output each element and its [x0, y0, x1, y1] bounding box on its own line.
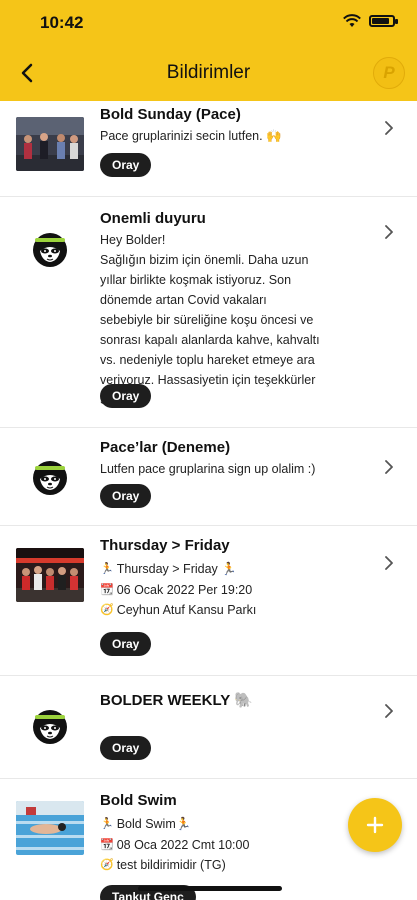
page-title: Bildirimler — [166, 62, 251, 83]
notification-thumbnail — [16, 801, 84, 855]
notification-item[interactable]: Pace’lar (Deneme) Lutfen pace gruplarina… — [0, 428, 417, 526]
sender-tag: Oray — [100, 736, 152, 760]
app-header: 10:42 Bildirimler P — [0, 0, 417, 101]
sloth-logo-icon — [33, 710, 67, 744]
body-line: sebebiyle bir süreliğine koşu öncesi ve — [100, 313, 314, 327]
brand-logo: P — [373, 57, 405, 89]
body-line: sonrası kapalı alanlarda kahve, kahvaltı — [100, 333, 320, 347]
notification-title: BOLDER WEEKLY 🐘 — [100, 692, 253, 709]
sender-tag: Oray — [100, 632, 152, 656]
sender-tag: Oray — [100, 384, 152, 408]
status-time: 10:42 — [40, 13, 84, 32]
notification-item[interactable]: Bold Sunday (Pace) Pace gruplarinizi sec… — [0, 101, 417, 197]
runners-photo — [16, 117, 84, 171]
chevron-right-icon — [385, 704, 393, 718]
status-icons — [343, 14, 398, 28]
event-date-line: 📆 06 Ocak 2022 Per 19:20 — [100, 580, 373, 601]
pool-photo — [16, 801, 84, 855]
body-line: Sağlığın bizim için önemli. Daha uzun — [100, 253, 309, 267]
calendar-icon: 📆 — [100, 583, 114, 596]
notification-title: Onemli duyuru — [100, 210, 206, 227]
battery-icon — [369, 15, 398, 27]
body-line: dönemde artan Covid vakaları — [100, 293, 267, 307]
sender-tag: Oray — [100, 153, 152, 177]
notification-body: Lutfen pace gruplarina sign up olalim :) — [100, 462, 316, 476]
compass-icon: 🧭 — [100, 859, 114, 871]
calendar-icon: 📆 — [100, 838, 114, 851]
notification-item[interactable]: Thursday > Friday 🏃 Thursday > Friday 🏃 … — [0, 526, 417, 676]
notification-item[interactable]: BOLDER WEEKLY 🐘 Oray — [0, 676, 417, 779]
event-location-line: 🧭 Ceyhun Atuf Kansu Parkı — [100, 600, 373, 621]
wifi-icon — [343, 14, 361, 27]
notification-title: Bold Sunday (Pace) — [100, 106, 241, 123]
event-location-line: 🧭 test bildirimidir (TG) — [100, 855, 373, 876]
runner-icon: 🏃 — [100, 563, 114, 575]
notification-title: Pace’lar (Deneme) — [100, 439, 231, 456]
body-line: vs. nedeniyle toplu hareket etmeye ara — [100, 353, 315, 367]
chevron-right-icon — [385, 225, 393, 239]
notification-thumbnail — [16, 117, 84, 171]
notification-thumbnail — [16, 548, 84, 602]
notification-title: Bold Swim — [100, 792, 177, 809]
body-line: yıllar birlikte koşmak istiyoruz. Son — [100, 273, 292, 287]
event-date-line: 📆 08 Oca 2022 Cmt 10:00 — [100, 835, 373, 856]
add-button[interactable] — [348, 798, 402, 852]
home-indicator — [138, 886, 282, 891]
event-name-line: 🏃 Thursday > Friday 🏃 — [100, 559, 373, 580]
group-photo — [16, 548, 84, 602]
event-name-line: 🏃 Bold Swim🏃 — [100, 814, 373, 835]
sloth-logo-icon — [33, 233, 67, 267]
plus-icon — [366, 816, 384, 834]
notification-item[interactable]: Onemli duyuru Hey Bolder! Sağlığın bizim… — [0, 197, 417, 428]
sloth-logo-icon — [33, 461, 67, 495]
chevron-right-icon — [385, 460, 393, 474]
notification-title: Thursday > Friday — [100, 537, 230, 554]
runner-icon: 🏃 — [100, 818, 114, 830]
chevron-right-icon — [385, 121, 393, 135]
notification-body: Pace gruplarinizi secin lutfen. 🙌 — [100, 129, 282, 143]
body-line: Hey Bolder! — [100, 233, 166, 247]
chevron-right-icon — [385, 556, 393, 570]
compass-icon: 🧭 — [100, 604, 114, 616]
sender-tag: Oray — [100, 484, 152, 508]
notification-body: Hey Bolder! Sağlığın bizim için önemli. … — [100, 230, 383, 410]
